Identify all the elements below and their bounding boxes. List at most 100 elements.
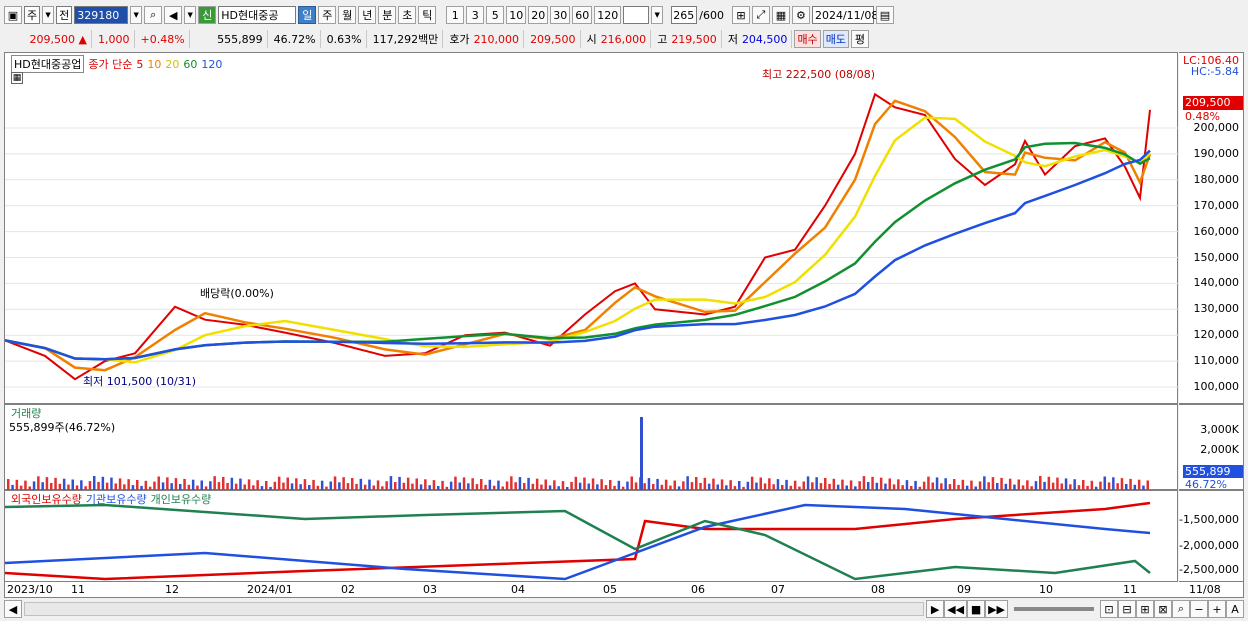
volume-bar	[695, 477, 698, 491]
zoom-icon[interactable]: ⌕	[1172, 600, 1190, 618]
draw-tool-icon[interactable]: ⤢	[751, 6, 770, 24]
ma-5-legend[interactable]: 5	[136, 58, 143, 71]
interval-5-button[interactable]: 5	[486, 6, 505, 24]
interval-custom-input[interactable]	[623, 6, 650, 24]
interval-30-button[interactable]: 30	[550, 6, 571, 24]
dividend-annotation: 배당락(0.00%)	[200, 287, 274, 300]
tool-icon-4[interactable]: ⊠	[1154, 600, 1172, 618]
period-tick-button[interactable]: 틱	[418, 6, 437, 24]
price-tick-3: 170,000	[1193, 198, 1240, 212]
interval-10-button[interactable]: 10	[506, 6, 527, 24]
volume-axis[interactable]: 3,000K 2,000K 555,899 46.72%	[1179, 404, 1244, 491]
volume-bar	[815, 477, 818, 491]
high-label: 고	[657, 33, 668, 46]
tool-icon-2[interactable]: ⊟	[1118, 600, 1136, 618]
x-tick-14: 11/08	[1189, 583, 1221, 596]
scrollbar[interactable]: ◀ ▶ ◀◀ ■ ▶▶ ⊡ ⊟ ⊞ ⊠ ⌕ − + A	[4, 600, 1244, 618]
scroll-left-icon[interactable]: ◀	[4, 600, 22, 618]
x-tick-7: 05	[603, 583, 617, 596]
interval-1-button[interactable]: 1	[446, 6, 465, 24]
volume-bar	[110, 477, 113, 491]
volume-bar	[389, 476, 393, 491]
interval-120-button[interactable]: 120	[594, 6, 622, 24]
zoom-in-icon[interactable]: +	[1208, 600, 1226, 618]
tool-icon-3[interactable]: ⊞	[1136, 600, 1154, 618]
period-day-button[interactable]: 일	[298, 6, 317, 24]
interval-dropdown-icon[interactable]: ▼	[651, 6, 664, 24]
chart-stock-name[interactable]: HD현대중공업	[11, 55, 85, 73]
volume-chart-panel[interactable]: 거래량 555,899주(46.72%)	[4, 404, 1178, 491]
quote-bar: 209,500 ▲ 1,000 +0.48% 555,899 46.72% 0.…	[0, 28, 1248, 50]
ma-60-legend[interactable]: 60	[183, 58, 197, 71]
quote-turnover: 0.63%	[323, 30, 367, 48]
rewind-icon[interactable]: ◀◀	[944, 600, 968, 618]
institution-holding-legend[interactable]: 기관보유수량	[86, 491, 147, 507]
volume-bar	[1047, 476, 1051, 491]
prev-select[interactable]: 전	[56, 6, 73, 24]
toolbar-main: ▣ 주 ▼ 전 329180 ▼ ⌕ ◀ ▼ 신 HD현대중공 일 주 월 년 …	[0, 4, 1248, 26]
fast-forward-icon[interactable]: ▶▶	[985, 600, 1008, 618]
table-icon[interactable]: ▦	[11, 72, 23, 84]
zoom-out-icon[interactable]: −	[1190, 600, 1208, 618]
market-select[interactable]: 주	[24, 6, 41, 24]
holding-chart-panel[interactable]: 외국인보유수량 기관보유수량 개인보유수량	[4, 490, 1178, 582]
scroll-track[interactable]	[24, 602, 925, 616]
volume-bar	[935, 477, 939, 491]
play-icon[interactable]: ▶	[926, 600, 945, 618]
ma-legend-label[interactable]: 종가 단순	[88, 56, 132, 72]
chart-type-icon[interactable]: ⊞	[731, 6, 750, 24]
foreign-holding-legend[interactable]: 외국인보유수량	[11, 491, 82, 507]
grid-icon[interactable]: ▦	[771, 6, 790, 24]
volume-bar	[37, 476, 40, 491]
zoom-slider[interactable]	[1014, 607, 1094, 611]
ma-120-legend[interactable]: 120	[201, 58, 222, 71]
price-chart-panel[interactable]: HD현대중공업 종가 단순 5 10 20 60 120 ▦ 최고 222,50…	[4, 52, 1179, 404]
volume-bar	[630, 476, 633, 491]
market-dropdown-icon[interactable]: ▼	[42, 6, 55, 24]
gear-icon[interactable]: ⚙	[791, 6, 810, 24]
speaker-dropdown-icon[interactable]: ▼	[184, 6, 197, 24]
ma-20-legend[interactable]: 20	[165, 58, 179, 71]
interval-3-button[interactable]: 3	[466, 6, 485, 24]
count-input[interactable]: 265	[671, 6, 698, 24]
sell-button[interactable]: 매도	[822, 30, 849, 48]
search-icon[interactable]: ⌕	[144, 6, 163, 24]
interval-20-button[interactable]: 20	[528, 6, 549, 24]
period-month-button[interactable]: 월	[338, 6, 357, 24]
ma-10-legend[interactable]: 10	[147, 58, 161, 71]
x-tick-13: 11	[1123, 583, 1137, 596]
period-year-button[interactable]: 년	[358, 6, 377, 24]
date-input[interactable]: 2024/11/08	[811, 6, 878, 24]
code-input[interactable]: 329180	[74, 6, 129, 24]
price-axis[interactable]: LC:106.40 HC:-5.84 209,500 0.48% 200,000…	[1179, 52, 1244, 404]
price-tick-2: 180,000	[1193, 172, 1240, 186]
period-second-button[interactable]: 초	[398, 6, 417, 24]
period-week-button[interactable]: 주	[318, 6, 337, 24]
quote-price: 209,500	[29, 32, 76, 46]
text-size-icon[interactable]: A	[1226, 600, 1244, 618]
volume-bar	[333, 476, 337, 491]
high-price: 219,500	[671, 32, 717, 46]
period-minute-button[interactable]: 분	[378, 6, 397, 24]
volume-value: 555,899주(46.72%)	[9, 421, 116, 434]
avg-button[interactable]: 평	[850, 30, 869, 48]
window-icon[interactable]: ▣	[4, 6, 22, 24]
hc-label: HC:-5.84	[1190, 65, 1239, 78]
x-tick-9: 07	[771, 583, 785, 596]
price-tick-5: 150,000	[1193, 250, 1240, 264]
x-tick-2: 12	[165, 583, 179, 596]
interval-60-button[interactable]: 60	[572, 6, 593, 24]
volume-bar	[574, 476, 578, 491]
holding-axis[interactable]: -1,500,000 -2,000,000 -2,500,000	[1179, 490, 1244, 582]
speaker-icon[interactable]: ◀	[164, 6, 183, 24]
volume-bar	[759, 477, 762, 491]
individual-holding-legend[interactable]: 개인보유수량	[151, 491, 212, 507]
code-dropdown-icon[interactable]: ▼	[130, 6, 143, 24]
buy-button[interactable]: 매수	[794, 30, 821, 48]
stop-icon[interactable]: ■	[967, 600, 986, 618]
quote-volume-pct: 46.72%	[270, 30, 321, 48]
x-tick-12: 10	[1039, 583, 1053, 596]
x-axis: 2023/10 11 12 2024/01 02 03 04 05 06 07 08 09 10 11 11…	[4, 582, 1244, 598]
tool-icon-1[interactable]: ⊡	[1100, 600, 1118, 618]
calendar-icon[interactable]: ▤	[875, 6, 894, 24]
